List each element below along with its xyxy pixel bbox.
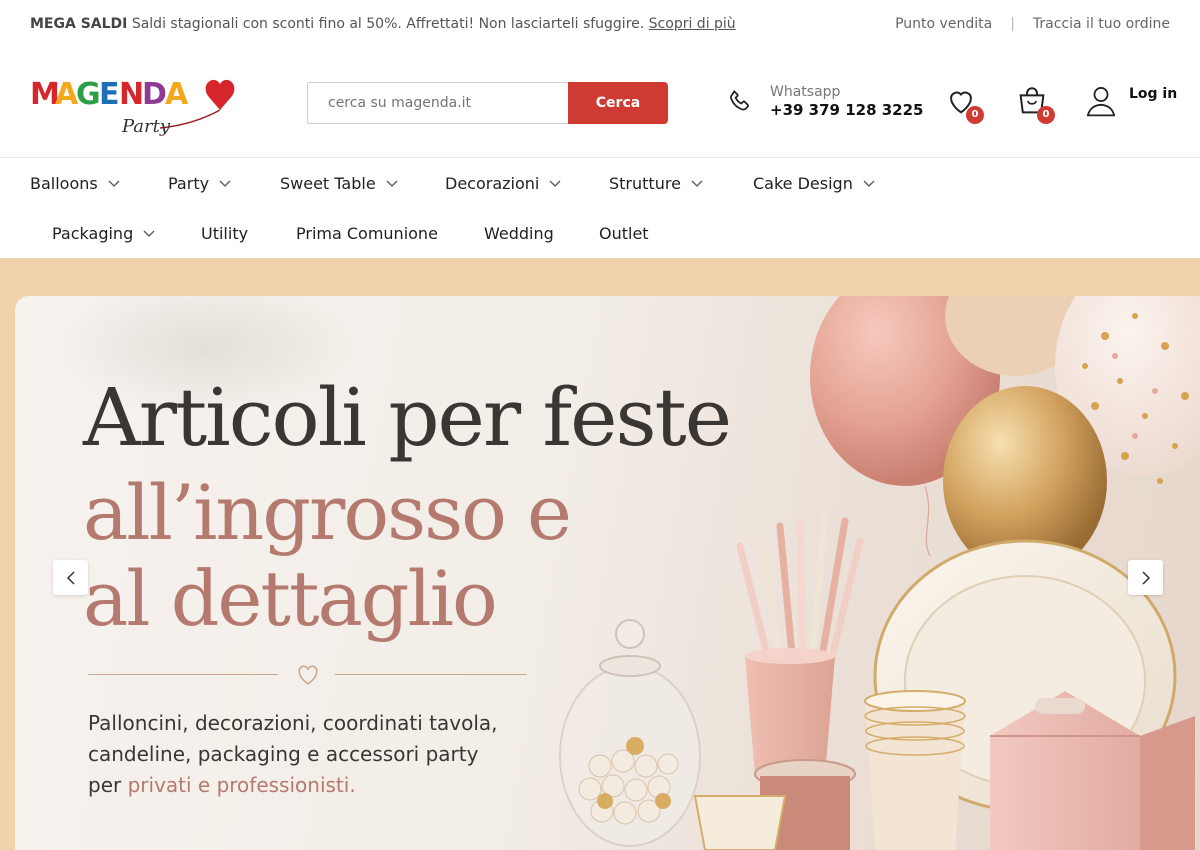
promo-bold: MEGA SALDI	[30, 16, 128, 32]
svg-text:Party: Party	[121, 116, 171, 137]
wishlist-count-badge: 0	[966, 106, 984, 124]
chevron-down-icon	[386, 180, 398, 187]
top-links: Punto vendita | Traccia il tuo ordine	[895, 16, 1170, 32]
slider-next-button[interactable]	[1128, 560, 1163, 595]
chevron-right-icon	[1141, 570, 1150, 585]
slider-prev-button[interactable]	[53, 560, 88, 595]
hero-title-line1: Articoli per feste	[83, 371, 732, 464]
subtitle-highlight: privati e professionisti.	[127, 773, 356, 797]
svg-text:E: E	[99, 77, 120, 112]
search-bar: Cerca	[307, 82, 668, 124]
svg-text:A: A	[165, 77, 189, 112]
hero-subtitle: Palloncini, decorazioni, coordinati tavo…	[88, 708, 568, 801]
svg-text:N: N	[119, 77, 144, 112]
hero-subtitle-line2: candeline, packaging e accessori party	[88, 742, 479, 766]
promo-banner: MEGA SALDI Saldi stagionali con sconti f…	[30, 16, 736, 32]
nav-item-packaging[interactable]: Packaging	[52, 224, 155, 243]
nav-label: Utility	[201, 224, 249, 243]
divider-right	[335, 674, 527, 675]
cart-count-badge: 0	[1037, 106, 1055, 124]
header: M A G E N D A Party Cerca Whatsapp +39 3…	[0, 48, 1200, 158]
chevron-down-icon	[143, 230, 155, 237]
chevron-down-icon	[691, 180, 703, 187]
hero-title-line2: all’ingrosso e	[83, 468, 572, 557]
separator: |	[1010, 16, 1015, 32]
nav-item-party[interactable]: Party	[168, 174, 231, 193]
nav-item-strutture[interactable]: Strutture	[609, 174, 703, 193]
divider-left	[88, 674, 278, 675]
nav-item-wedding[interactable]: Wedding	[484, 224, 554, 243]
nav-label: Packaging	[52, 224, 134, 243]
nav-label: Cake Design	[753, 174, 853, 193]
login-label: Log in	[1129, 86, 1178, 102]
nav-item-cake-design[interactable]: Cake Design	[753, 174, 875, 193]
svg-text:G: G	[76, 77, 101, 112]
promo-link[interactable]: Scopri di più	[649, 16, 736, 32]
whatsapp-number: +39 379 128 3225	[770, 101, 924, 119]
chevron-down-icon	[863, 180, 875, 187]
cart-button[interactable]: 0	[1015, 84, 1055, 124]
top-bar: MEGA SALDI Saldi stagionali con sconti f…	[0, 0, 1200, 48]
nav-label: Outlet	[599, 224, 649, 243]
nav-label: Strutture	[609, 174, 681, 193]
whatsapp-label: Whatsapp	[770, 84, 841, 100]
nav-item-prima-comunione[interactable]: Prima Comunione	[296, 224, 438, 243]
nav-item-balloons[interactable]: Balloons	[30, 174, 120, 193]
track-order-link[interactable]: Traccia il tuo ordine	[1033, 16, 1170, 32]
nav-label: Balloons	[30, 174, 98, 193]
hero-subtitle-line3: per privati e professionisti.	[88, 770, 568, 801]
main-nav: Balloons Party Sweet Table Decorazioni S…	[0, 158, 1200, 258]
chevron-down-icon	[219, 180, 231, 187]
nav-label: Wedding	[484, 224, 554, 243]
chevron-down-icon	[108, 180, 120, 187]
chevron-left-icon	[66, 570, 75, 585]
promo-text: Saldi stagionali con sconti fino al 50%.…	[127, 16, 649, 32]
nav-label: Party	[168, 174, 210, 193]
svg-text:D: D	[142, 77, 167, 112]
nav-label: Prima Comunione	[296, 224, 438, 243]
wishlist-button[interactable]: 0	[944, 84, 984, 124]
login-button[interactable]: Log in	[1085, 84, 1177, 118]
nav-item-sweet-table[interactable]: Sweet Table	[280, 174, 398, 193]
search-button[interactable]: Cerca	[568, 82, 668, 124]
nav-item-outlet[interactable]: Outlet	[599, 224, 649, 243]
heart-divider-icon	[298, 665, 318, 685]
phone-icon	[730, 89, 749, 111]
chevron-down-icon	[549, 180, 561, 187]
user-icon	[1086, 87, 1116, 117]
search-input[interactable]	[307, 82, 568, 124]
nav-label: Sweet Table	[280, 174, 376, 193]
hero-subtitle-line1: Palloncini, decorazioni, coordinati tavo…	[88, 711, 498, 735]
nav-label: Decorazioni	[445, 174, 540, 193]
nav-item-decorazioni[interactable]: Decorazioni	[445, 174, 561, 193]
store-link[interactable]: Punto vendita	[895, 16, 992, 32]
hero-slide[interactable]: Articoli per feste all’ingrosso e al det…	[15, 296, 1200, 850]
magenda-logo[interactable]: M A G E N D A Party	[30, 66, 235, 138]
whatsapp-contact[interactable]: Whatsapp +39 379 128 3225	[726, 84, 923, 120]
hero-title-line3: al dettaglio	[83, 554, 498, 643]
subtitle-prefix: per	[88, 773, 128, 797]
nav-item-utility[interactable]: Utility	[201, 224, 248, 243]
